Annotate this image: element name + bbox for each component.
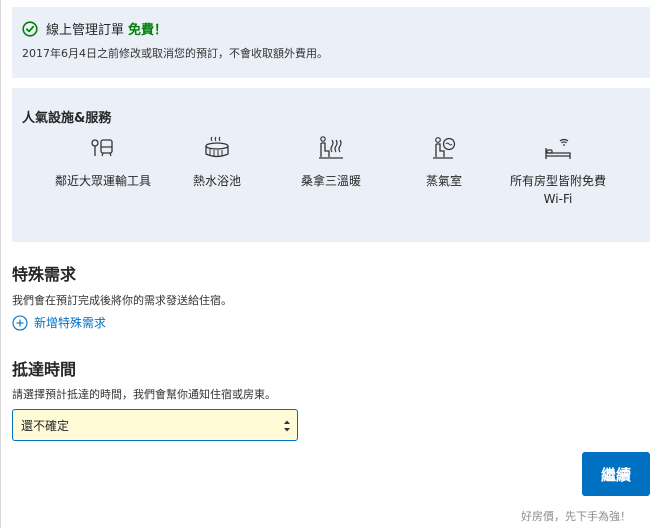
amenity-label: 所有房型皆附免費Wi-Fi: [509, 174, 606, 206]
page-left-border: [0, 0, 1, 528]
amenity-label: 熱水浴池: [192, 174, 241, 188]
amenity-label: 桑拿三溫暖: [300, 174, 361, 188]
amenity-item: 所有房型皆附免費Wi-Fi: [503, 134, 613, 208]
special-requests-description: 我們會在預訂完成後將你的需求發送給住宿。: [12, 294, 232, 307]
select-updown-icon: [284, 420, 290, 432]
add-special-request-label: 新增特殊需求: [34, 316, 107, 330]
popular-amenities-panel: 人氣設施&服務 鄰近大眾運輸工具 熱水浴池 桑拿三溫暖 蒸氣室 所有房型皆附免費…: [12, 88, 650, 242]
amenities-title: 人氣設施&服務: [22, 111, 112, 126]
plus-circle-icon: [12, 314, 28, 331]
sauna-icon: [319, 136, 343, 159]
arrival-time-selected-value: 還不確定: [21, 418, 70, 433]
public-transit-icon: [91, 139, 113, 157]
slogan-text: 好房價，先下手為強！: [521, 510, 631, 523]
special-requests-title: 特殊需求: [12, 265, 77, 284]
amenity-label: 鄰近大眾運輸工具: [54, 174, 151, 188]
check-circle-icon: [22, 20, 38, 37]
arrival-time-description: 請選擇預計抵達的時間，我們會幫你通知住宿或房東。: [12, 388, 276, 401]
banner-title-text: 線上管理訂單: [46, 23, 125, 38]
add-special-request-link[interactable]: 新增特殊需求: [12, 314, 106, 331]
amenity-label: 蒸氣室: [425, 174, 462, 188]
continue-button[interactable]: 繼續: [582, 452, 650, 496]
amenity-item: 熱水浴池: [162, 134, 272, 190]
amenity-item: 鄰近大眾運輸工具: [48, 134, 158, 190]
hot-tub-icon: [205, 136, 229, 158]
manage-booking-banner: 線上管理訂單 免費！ 2017年6月4日之前修改或取消您的預訂，不會收取額外費用…: [12, 7, 650, 78]
banner-title: 線上管理訂單 免費！: [22, 19, 167, 38]
amenity-item: 蒸氣室: [389, 134, 499, 190]
banner-note: 2017年6月4日之前修改或取消您的預訂，不會收取額外費用。: [22, 47, 328, 60]
wifi-bed-icon: [545, 138, 571, 159]
arrival-time-title: 抵達時間: [12, 360, 77, 379]
arrival-time-select[interactable]: 還不確定: [12, 409, 298, 441]
free-badge: 免費！: [128, 23, 168, 38]
steam-room-icon: [433, 137, 456, 159]
amenity-item: 桑拿三溫暖: [276, 134, 386, 190]
